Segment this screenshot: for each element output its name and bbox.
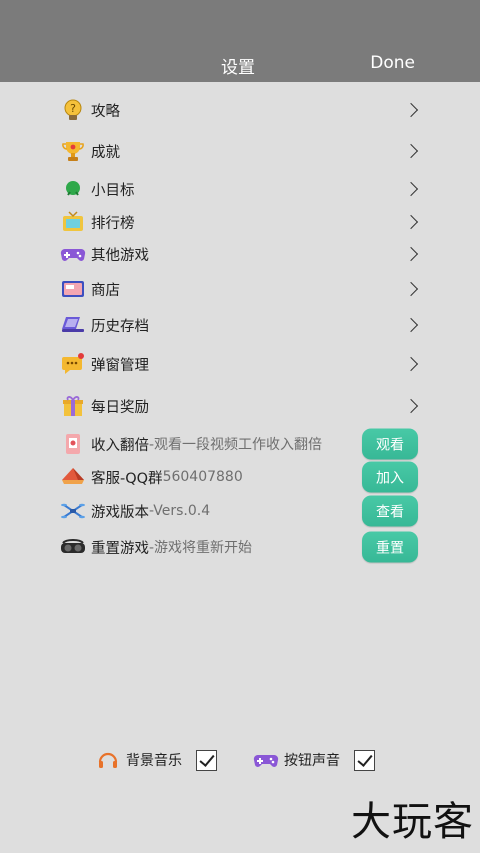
menu-item-leaderboard[interactable]: 排行榜 [60,207,420,237]
gamepad-icon [252,746,280,774]
chevron-right-icon [403,102,419,118]
menu-item-popup-management[interactable]: 弹窗管理 [60,349,420,379]
header-bar: 设置 Done [0,0,480,82]
menu-item-label: 小目标 [91,182,135,199]
action-description: -观看一段视频工作收入翻倍 [149,437,323,453]
green-blob-icon [60,176,86,202]
done-button[interactable]: Done [370,53,415,73]
chevron-right-icon [403,356,419,372]
background-music-label: 背景音乐 [126,753,182,769]
menu-item-label: 成就 [91,144,120,161]
svg-text:?: ? [70,102,76,115]
menu-item-goals[interactable]: 小目标 [60,174,420,204]
gift-icon [60,393,86,419]
shop-card-icon [60,276,86,302]
view-version-button[interactable]: 查看 [362,495,418,527]
action-label: 游戏版本 [91,504,149,521]
action-row-reset-game: 重置游戏 -游戏将重新开始 重置 [60,531,420,563]
tv-icon [60,209,86,235]
menu-item-label: 排行榜 [91,215,135,232]
tent-icon [60,464,86,490]
action-description: 560407880 [162,469,243,485]
action-label: 收入翻倍 [91,437,149,454]
watermark-logo: 大玩客 [351,799,474,845]
chevron-right-icon [403,246,419,262]
action-description: -Vers.0.4 [149,503,211,519]
action-row-double-income: 收入翻倍 -观看一段视频工作收入翻倍 观看 [60,428,420,460]
action-row-customer-service: 客服-QQ群 560407880 加入 [60,461,420,493]
chevron-right-icon [403,317,419,333]
background-music-checkbox[interactable] [196,749,217,771]
lightbulb-question-icon: ? [60,97,86,123]
action-row-game-version: 游戏版本 -Vers.0.4 查看 [60,495,420,527]
gamepad-icon [60,241,86,267]
drone-icon [60,498,86,524]
menu-item-label: 每日奖励 [91,399,149,416]
action-description: -游戏将重新开始 [149,540,253,556]
menu-item-label: 其他游戏 [91,247,149,264]
chevron-right-icon [403,181,419,197]
card-icon [60,431,86,457]
vr-goggles-icon [60,534,86,560]
button-sound-checkbox[interactable] [354,749,375,771]
laptop-icon [60,312,86,338]
chevron-right-icon [403,281,419,297]
menu-item-other-games[interactable]: 其他游戏 [60,239,420,269]
headphones-icon [94,746,122,774]
reset-game-button[interactable]: 重置 [362,531,418,563]
chevron-right-icon [403,143,419,159]
menu-item-achievements[interactable]: 成就 [60,136,420,166]
watch-video-button[interactable]: 观看 [362,428,418,460]
menu-item-label: 弹窗管理 [91,357,149,374]
button-sound-toggle: 按钮声音 [252,745,375,775]
join-group-button[interactable]: 加入 [362,461,418,493]
menu-item-label: 商店 [91,282,120,299]
menu-item-daily-reward[interactable]: 每日奖励 [60,391,420,421]
menu-item-history-saves[interactable]: 历史存档 [60,310,420,340]
chevron-right-icon [403,398,419,414]
chevron-right-icon [403,214,419,230]
button-sound-label: 按钮声音 [284,753,340,769]
chat-bubble-icon [60,351,86,377]
menu-item-strategy[interactable]: ? 攻略 [60,95,420,125]
action-label: 重置游戏 [91,540,149,557]
action-label: 客服-QQ群 [91,470,163,487]
menu-item-label: 攻略 [91,103,120,120]
background-music-toggle: 背景音乐 [94,745,217,775]
menu-item-shop[interactable]: 商店 [60,274,420,304]
menu-item-label: 历史存档 [91,318,149,335]
trophy-icon [60,138,86,164]
